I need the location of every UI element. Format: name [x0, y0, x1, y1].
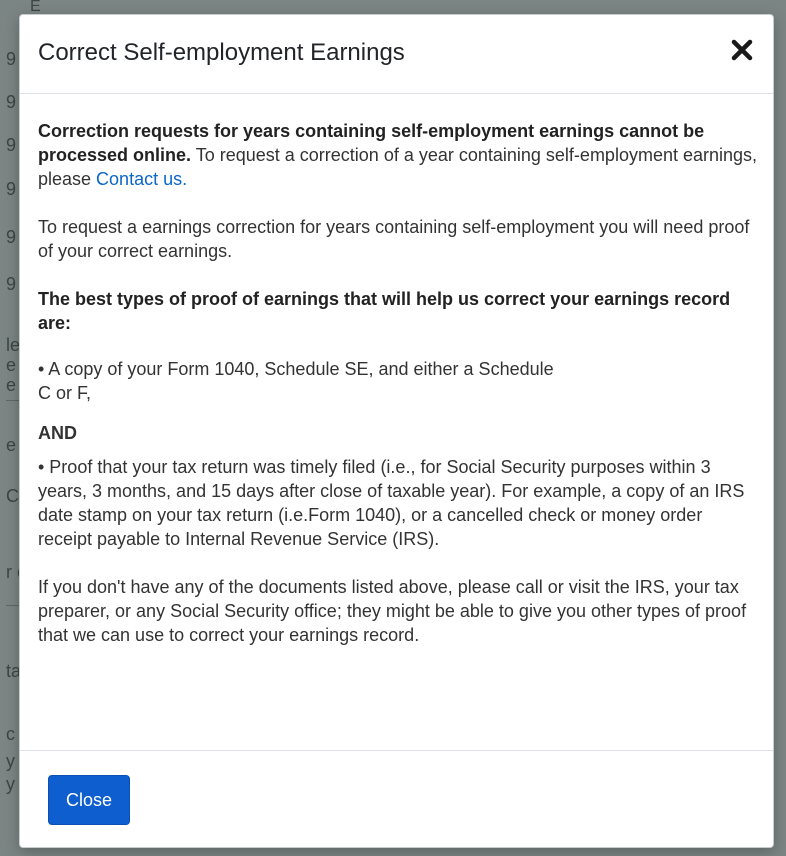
- final-paragraph: If you don't have any of the documents l…: [38, 577, 747, 645]
- modal-body: Correction requests for years containing…: [38, 119, 760, 647]
- bg-fragment: e: [6, 375, 17, 395]
- self-employment-modal: Correct Self-employment Earnings Correct…: [19, 14, 774, 848]
- close-button[interactable]: Close: [48, 775, 130, 825]
- bg-fragment: c: [6, 724, 15, 744]
- proof-heading: The best types of proof of earnings that…: [38, 289, 731, 333]
- bullet-form-1040: • A copy of your Form 1040, Schedule SE,…: [38, 359, 554, 403]
- bg-fragment: C: [6, 486, 19, 506]
- bg-fragment: 9: [6, 135, 17, 155]
- proof-needed-paragraph: To request a earnings correction for yea…: [38, 217, 750, 261]
- close-x-icon[interactable]: [729, 37, 755, 63]
- bg-fragment: 9: [6, 179, 17, 199]
- modal-header: Correct Self-employment Earnings: [20, 15, 773, 94]
- intro-paragraph: Correction requests for years containing…: [38, 119, 760, 191]
- and-label: AND: [38, 423, 77, 443]
- bg-fragment: 9: [6, 49, 17, 69]
- modal-title: Correct Self-employment Earnings: [38, 39, 405, 66]
- bg-fragment: le: [6, 335, 21, 355]
- bg-fragment: y: [6, 774, 15, 794]
- background-top-fragment: E: [30, 0, 59, 14]
- bg-fragment: 9: [6, 227, 17, 247]
- bg-fragment: e: [6, 435, 17, 455]
- bg-fragment: 9: [6, 274, 17, 294]
- bg-fragment: e: [6, 355, 17, 375]
- bullet-timely-filed: • Proof that your tax return was timely …: [38, 457, 745, 549]
- modal-footer: Close: [20, 750, 773, 848]
- bg-fragment: 9: [6, 92, 17, 112]
- bg-fragment: y: [6, 751, 15, 771]
- contact-us-link[interactable]: Contact us.: [96, 169, 187, 189]
